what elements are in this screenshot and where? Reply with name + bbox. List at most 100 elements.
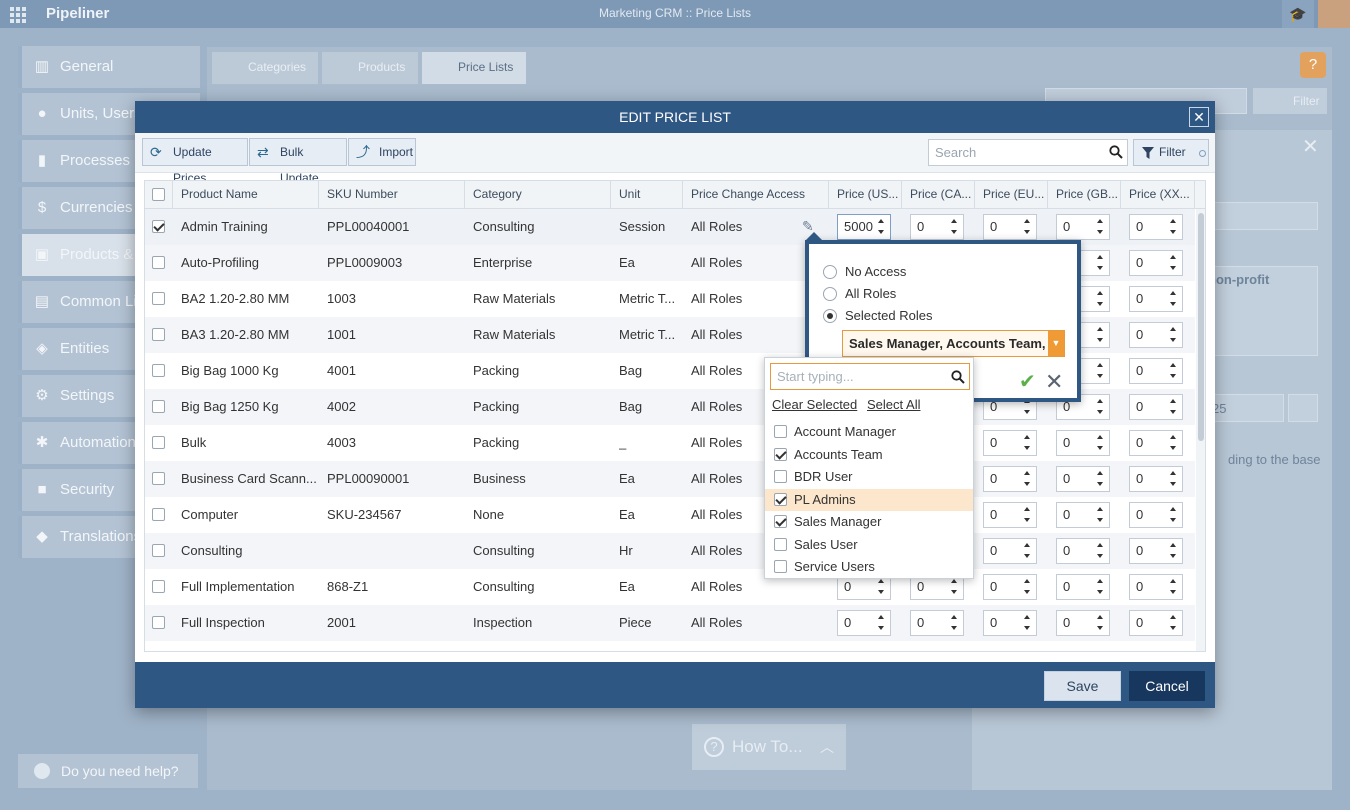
- stepper-arrows-icon[interactable]: [1169, 253, 1177, 273]
- scrollbar-thumb[interactable]: [1198, 213, 1204, 441]
- select-all-link[interactable]: Select All: [867, 397, 920, 412]
- price-stepper[interactable]: 0: [983, 574, 1037, 600]
- price-stepper[interactable]: 0: [1056, 538, 1110, 564]
- role-checkbox[interactable]: [774, 515, 787, 528]
- roles-dropdown[interactable]: Sales Manager, Accounts Team, ... ▼: [842, 330, 1065, 357]
- row-checkbox[interactable]: [152, 436, 165, 449]
- column-header[interactable]: Price (CA...: [902, 181, 975, 209]
- price-stepper[interactable]: 0: [1129, 394, 1183, 420]
- update-prices-button[interactable]: ⟳ Update Prices: [142, 138, 248, 185]
- import-button[interactable]: ⤴ Import: [348, 138, 416, 166]
- row-checkbox[interactable]: [152, 256, 165, 269]
- row-checkbox[interactable]: [152, 328, 165, 341]
- stepper-arrows-icon[interactable]: [1169, 469, 1177, 489]
- stepper-arrows-icon[interactable]: [1023, 505, 1031, 525]
- stepper-arrows-icon[interactable]: [1023, 433, 1031, 453]
- column-header[interactable]: Price Change Access: [683, 181, 829, 209]
- price-stepper[interactable]: 0: [983, 214, 1037, 240]
- bulk-update-button[interactable]: ⇄ Bulk Update: [249, 138, 347, 185]
- role-checkbox[interactable]: [774, 537, 787, 551]
- stepper-arrows-icon[interactable]: [1096, 217, 1104, 237]
- how-to-button[interactable]: ? How To... ︿: [692, 724, 846, 770]
- role-option[interactable]: PL Admins: [765, 488, 973, 511]
- stepper-arrows-icon[interactable]: [1096, 361, 1104, 381]
- table-row[interactable]: ComputerSKU-234567NoneEaAll Roles00000: [145, 497, 1195, 533]
- column-header[interactable]: Price (GB...: [1048, 181, 1121, 209]
- table-row[interactable]: Full Inspection 2001 Inspection Piece All Ro…: [145, 605, 1195, 641]
- price-stepper[interactable]: 0: [1129, 610, 1183, 636]
- option-all-roles[interactable]: All Roles: [823, 284, 896, 304]
- role-checkbox[interactable]: [774, 492, 787, 506]
- tab-products[interactable]: Products: [322, 52, 418, 84]
- price-stepper[interactable]: 0: [837, 610, 891, 636]
- stepper-arrows-icon[interactable]: [1096, 541, 1104, 561]
- stepper-arrows-icon[interactable]: [1023, 469, 1031, 489]
- price-stepper[interactable]: 0: [1056, 574, 1110, 600]
- tab-categories[interactable]: Categories: [212, 52, 318, 84]
- role-option[interactable]: BDR User: [765, 466, 973, 488]
- price-stepper[interactable]: 0: [910, 214, 964, 240]
- stepper-arrows-icon[interactable]: [877, 613, 885, 633]
- search-input[interactable]: [929, 140, 1099, 165]
- stepper-arrows-icon[interactable]: [1169, 505, 1177, 525]
- row-checkbox[interactable]: [152, 400, 165, 413]
- stepper-arrows-icon[interactable]: [1096, 289, 1104, 309]
- role-option[interactable]: Sales User: [765, 534, 973, 556]
- search-icon[interactable]: [951, 370, 965, 384]
- price-stepper[interactable]: 0: [983, 538, 1037, 564]
- price-stepper[interactable]: 0: [983, 610, 1037, 636]
- price-stepper[interactable]: 0: [1129, 214, 1183, 240]
- row-checkbox[interactable]: [152, 472, 165, 485]
- price-stepper[interactable]: 0: [1056, 502, 1110, 528]
- role-checkbox[interactable]: [774, 560, 787, 573]
- calendar-icon[interactable]: [1288, 394, 1318, 422]
- grid-scrollbar[interactable]: [1196, 209, 1205, 651]
- option-selected-roles[interactable]: Selected Roles: [823, 306, 932, 326]
- price-stepper[interactable]: 0: [1129, 430, 1183, 456]
- stepper-arrows-icon[interactable]: [1096, 397, 1104, 417]
- role-option[interactable]: Accounts Team: [765, 444, 973, 466]
- price-stepper[interactable]: 0: [1056, 214, 1110, 240]
- stepper-arrows-icon[interactable]: [1096, 505, 1104, 525]
- radio-all-roles[interactable]: [823, 287, 837, 301]
- stepper-arrows-icon[interactable]: [1169, 217, 1177, 237]
- help-button[interactable]: Do you need help?: [18, 754, 198, 788]
- price-stepper[interactable]: 0: [983, 466, 1037, 492]
- discard-x-icon[interactable]: ✕: [1045, 371, 1065, 393]
- radio-selected-roles[interactable]: [823, 309, 837, 323]
- price-stepper[interactable]: 0: [983, 502, 1037, 528]
- column-header[interactable]: Category: [465, 181, 611, 209]
- stepper-arrows-icon[interactable]: [1023, 577, 1031, 597]
- role-option[interactable]: Account Manager: [765, 421, 973, 443]
- column-header[interactable]: Price (XX...: [1121, 181, 1195, 209]
- stepper-arrows-icon[interactable]: [1023, 613, 1031, 633]
- option-no-access[interactable]: No Access: [823, 262, 906, 282]
- cancel-button[interactable]: Cancel: [1129, 671, 1205, 701]
- academy-cap-icon[interactable]: 🎓: [1282, 0, 1314, 28]
- stepper-arrows-icon[interactable]: [1169, 361, 1177, 381]
- row-checkbox[interactable]: [152, 220, 165, 233]
- price-stepper[interactable]: 0: [1129, 250, 1183, 276]
- price-stepper[interactable]: 0: [983, 430, 1037, 456]
- radio-no-access[interactable]: [823, 265, 837, 279]
- sidebar-item-general[interactable]: ▥ General: [18, 46, 200, 88]
- column-header[interactable]: Price (US...: [829, 181, 902, 209]
- dialog-close-button[interactable]: ✕: [1189, 107, 1209, 127]
- confirm-check-icon[interactable]: ✔: [1019, 372, 1039, 392]
- stepper-arrows-icon[interactable]: [1096, 325, 1104, 345]
- table-row[interactable]: Bulk4003Packing_All Roles00000: [145, 425, 1195, 461]
- table-row[interactable]: Business Card Scann... PPL00090001 Busines…: [145, 461, 1195, 497]
- row-checkbox[interactable]: [152, 508, 165, 521]
- price-stepper[interactable]: 0: [1129, 286, 1183, 312]
- column-header[interactable]: Unit: [611, 181, 683, 209]
- search-icon[interactable]: [1109, 145, 1123, 159]
- price-stepper[interactable]: 0: [1056, 466, 1110, 492]
- table-row[interactable]: ConsultingConsultingHrAll Roles00000: [145, 533, 1195, 569]
- stepper-arrows-icon[interactable]: [950, 613, 958, 633]
- stepper-arrows-icon[interactable]: [1169, 289, 1177, 309]
- stepper-arrows-icon[interactable]: [1169, 541, 1177, 561]
- stepper-arrows-icon[interactable]: [950, 217, 958, 237]
- chevron-down-icon[interactable]: ▼: [1048, 331, 1064, 356]
- help-question-icon[interactable]: ?: [1300, 52, 1326, 78]
- roles-search-input[interactable]: [771, 364, 941, 389]
